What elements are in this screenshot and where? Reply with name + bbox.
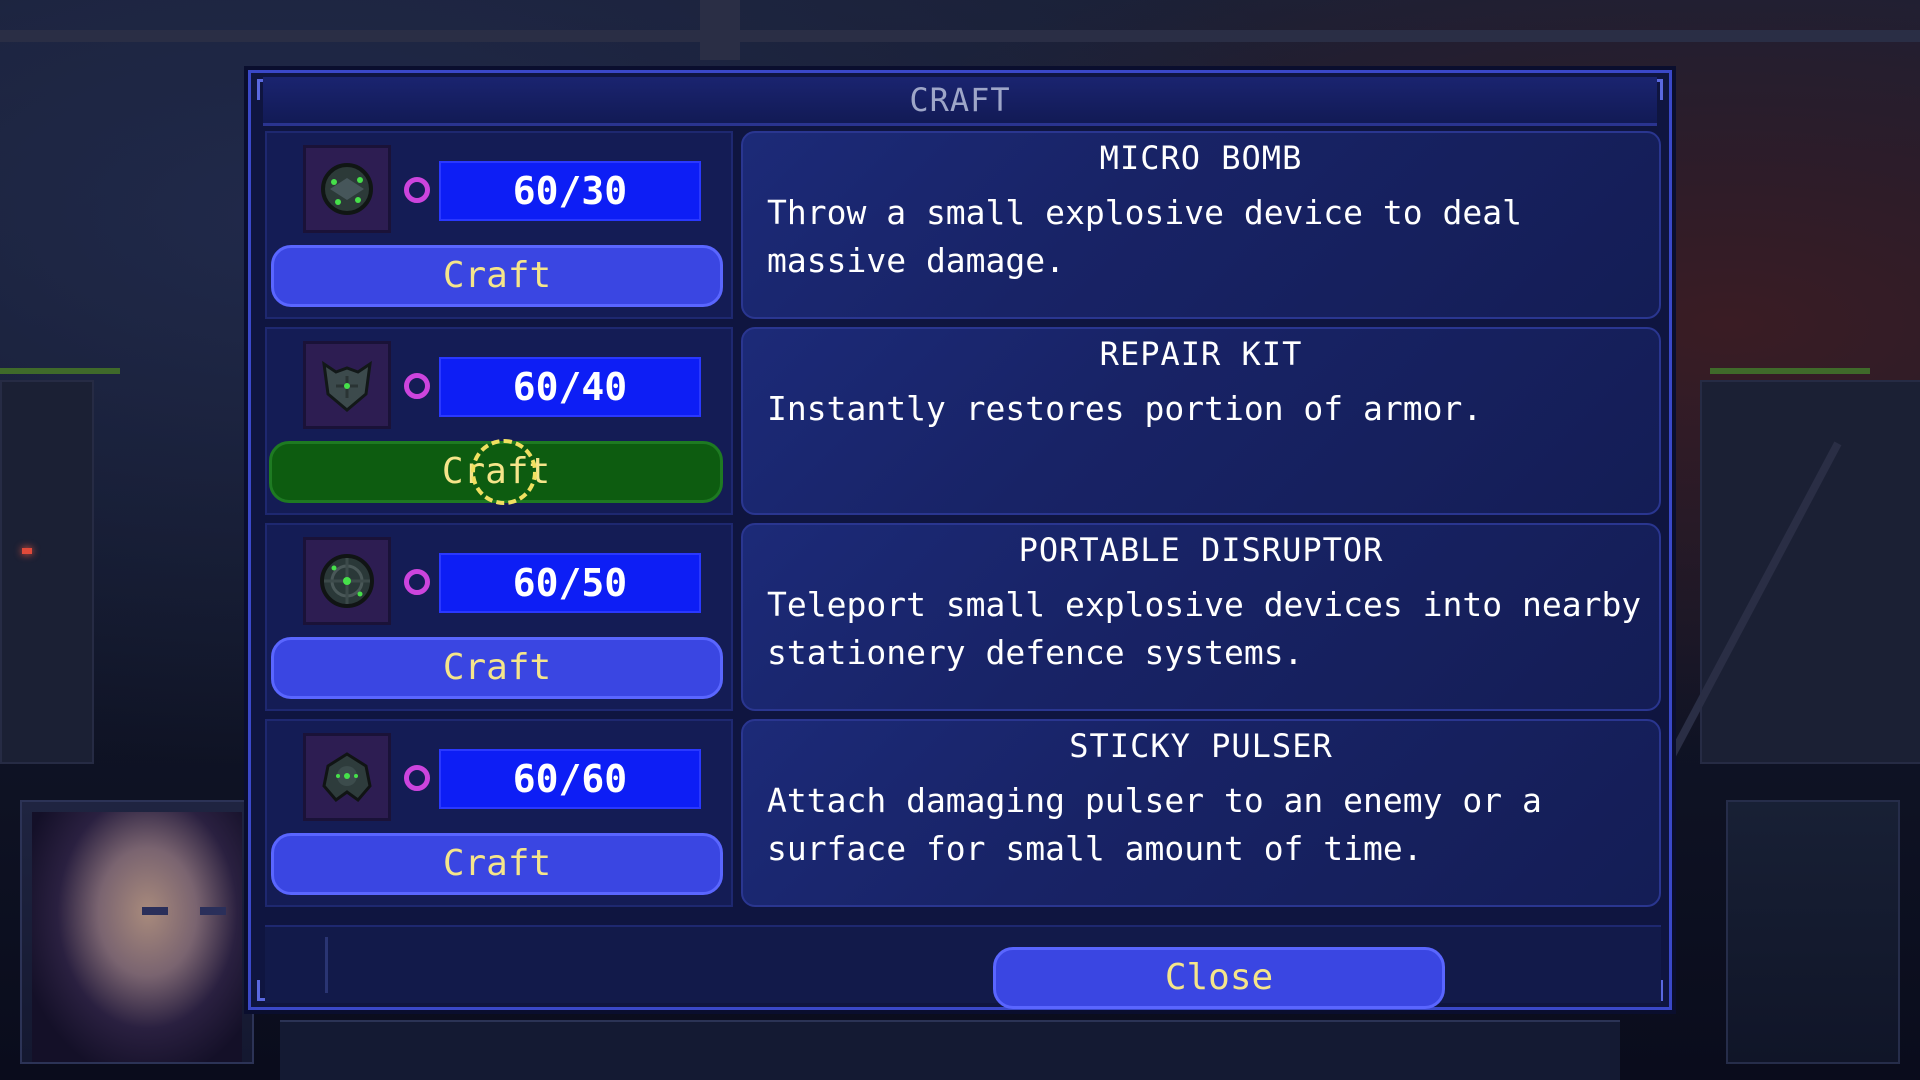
recipe-name: REPAIR KIT bbox=[1099, 335, 1303, 373]
top-beam bbox=[0, 30, 1920, 42]
pipe bbox=[700, 0, 740, 60]
craft-dialog: CRAFT 60/30 Craft MICRO BOMB Throw a sma… bbox=[248, 70, 1672, 1010]
currency-icon bbox=[404, 765, 430, 791]
cost-counter: 60/40 bbox=[439, 357, 701, 417]
craft-button-micro-bomb[interactable]: Craft bbox=[271, 245, 723, 307]
portrait-eye bbox=[142, 907, 168, 915]
right-structure bbox=[1700, 380, 1920, 764]
recipe-cost-panel: 60/60 Craft bbox=[265, 719, 733, 907]
recipe-description-panel: REPAIR KIT Instantly restores portion of… bbox=[741, 327, 1661, 515]
recipe-name: PORTABLE DISRUPTOR bbox=[1018, 531, 1384, 569]
craft-button-sticky-pulser[interactable]: Craft bbox=[271, 833, 723, 895]
bottom-hud-bar bbox=[280, 1020, 1620, 1080]
recipe-cost-panel: 60/50 Craft bbox=[265, 523, 733, 711]
footer-decoration bbox=[325, 937, 468, 993]
close-button[interactable]: Close bbox=[993, 947, 1445, 1009]
recipe-row: 60/60 Craft STICKY PULSER Attach damagin… bbox=[265, 719, 1661, 915]
recipe-description: Teleport small explosive devices into ne… bbox=[767, 585, 1642, 672]
dialog-title: CRAFT bbox=[909, 81, 1011, 119]
currency-icon bbox=[404, 177, 430, 203]
dialog-header: CRAFT bbox=[263, 77, 1657, 126]
craft-button-repair-kit[interactable]: Craft bbox=[269, 441, 723, 503]
red-light bbox=[22, 548, 32, 554]
recipe-description-panel: PORTABLE DISRUPTOR Teleport small explos… bbox=[741, 523, 1661, 711]
sticky-pulser-icon bbox=[303, 733, 391, 821]
cost-counter: 60/50 bbox=[439, 553, 701, 613]
craft-button-portable-disruptor[interactable]: Craft bbox=[271, 637, 723, 699]
recipe-row: 60/30 Craft MICRO BOMB Throw a small exp… bbox=[265, 131, 1661, 327]
currency-icon bbox=[404, 373, 430, 399]
recipe-name: MICRO BOMB bbox=[1099, 139, 1303, 177]
portable-disruptor-icon bbox=[303, 537, 391, 625]
recipe-row: 60/40 Craft REPAIR KIT Instantly restore… bbox=[265, 327, 1661, 523]
repair-kit-icon bbox=[303, 341, 391, 429]
cost-counter: 60/60 bbox=[439, 749, 701, 809]
recipe-list: 60/30 Craft MICRO BOMB Throw a small exp… bbox=[265, 131, 1661, 915]
cost-counter: 60/30 bbox=[439, 161, 701, 221]
dialog-footer: Close bbox=[265, 925, 1661, 1009]
recipe-description: Throw a small explosive device to deal m… bbox=[767, 193, 1522, 280]
recipe-name: STICKY PULSER bbox=[1069, 727, 1333, 765]
portrait-eye bbox=[200, 907, 226, 915]
recipe-description: Attach damaging pulser to an enemy or a … bbox=[767, 781, 1542, 868]
left-structure bbox=[0, 380, 94, 764]
left-foliage bbox=[0, 368, 120, 374]
recipe-cost-panel: 60/40 Craft bbox=[265, 327, 733, 515]
recipe-row: 60/50 Craft PORTABLE DISRUPTOR Teleport … bbox=[265, 523, 1661, 719]
right-foliage bbox=[1710, 368, 1870, 374]
recipe-description-panel: STICKY PULSER Attach damaging pulser to … bbox=[741, 719, 1661, 907]
character-portrait bbox=[20, 800, 254, 1064]
recipe-description: Instantly restores portion of armor. bbox=[767, 389, 1483, 428]
micro-bomb-icon bbox=[303, 145, 391, 233]
portrait-face bbox=[32, 812, 242, 1062]
right-character bbox=[1726, 800, 1900, 1064]
recipe-cost-panel: 60/30 Craft bbox=[265, 131, 733, 319]
recipe-description-panel: MICRO BOMB Throw a small explosive devic… bbox=[741, 131, 1661, 319]
currency-icon bbox=[404, 569, 430, 595]
